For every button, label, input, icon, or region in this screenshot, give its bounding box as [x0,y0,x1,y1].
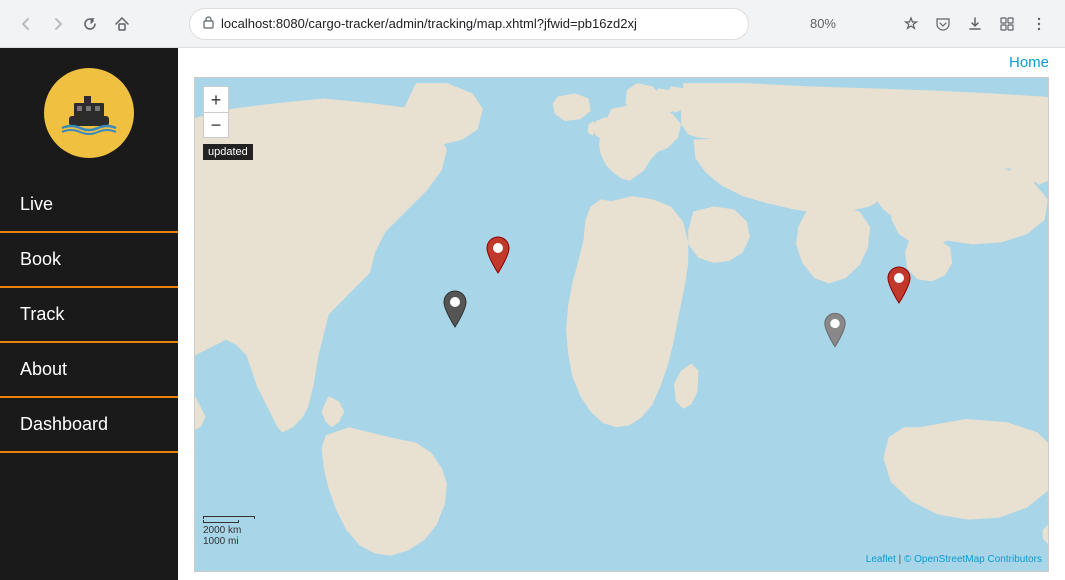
app-container: Live Book Track About Dashboard Home [0,48,1065,580]
map-controls: + − [203,86,229,138]
security-icon [202,16,215,32]
url-text: localhost:8080/cargo-tracker/admin/track… [221,16,736,31]
home-link[interactable]: Home [1009,54,1049,71]
home-nav-button[interactable] [108,10,136,38]
ship-logo-svg [54,78,124,148]
main-content: Home [178,48,1065,580]
osm-link[interactable]: © OpenStreetMap Contributors [904,554,1042,565]
marker-gray-1 [441,289,469,334]
sidebar: Live Book Track About Dashboard [0,48,178,580]
leaflet-link[interactable]: Leaflet [866,554,896,565]
pocket-button[interactable] [929,10,957,38]
top-bar: Home [178,48,1065,77]
marker-red-2 [885,265,913,310]
nav-items: Live Book Track About Dashboard [0,178,178,580]
world-map-svg [195,78,1048,571]
logo-circle [44,68,134,158]
address-bar[interactable]: localhost:8080/cargo-tracker/admin/track… [189,8,749,40]
marker-lightgray-1 [822,311,848,354]
browser-actions [897,10,1053,38]
nav-buttons [12,10,136,38]
zoom-out-button[interactable]: − [203,112,229,138]
map-container[interactable]: + − updated 2000 km 1000 mi Leaflet | © … [194,77,1049,572]
scale-line-bottom [203,520,239,523]
browser-chrome: localhost:8080/cargo-tracker/admin/track… [0,0,1065,48]
forward-button[interactable] [44,10,72,38]
updated-badge: updated [203,144,253,160]
download-button[interactable] [961,10,989,38]
marker-red-1 [484,235,512,280]
scale-bar [203,516,255,523]
scale-label-mi: 1000 mi [203,536,255,547]
map-attribution: Leaflet | © OpenStreetMap Contributors [866,554,1042,565]
menu-button[interactable] [1025,10,1053,38]
map-scale: 2000 km 1000 mi [203,516,255,547]
scale-line-top [203,516,255,519]
reload-button[interactable] [76,10,104,38]
zoom-in-button[interactable]: + [203,86,229,112]
sidebar-item-about[interactable]: About [0,343,178,398]
map-svg-wrapper [195,78,1048,571]
sidebar-item-dashboard[interactable]: Dashboard [0,398,178,453]
sidebar-logo [0,48,178,178]
sidebar-item-live[interactable]: Live [0,178,178,233]
star-button[interactable] [897,10,925,38]
extensions-button[interactable] [993,10,1021,38]
sidebar-item-track[interactable]: Track [0,288,178,343]
sidebar-item-book[interactable]: Book [0,233,178,288]
zoom-level: 80% [802,16,844,31]
scale-label-km: 2000 km [203,525,255,536]
back-button[interactable] [12,10,40,38]
